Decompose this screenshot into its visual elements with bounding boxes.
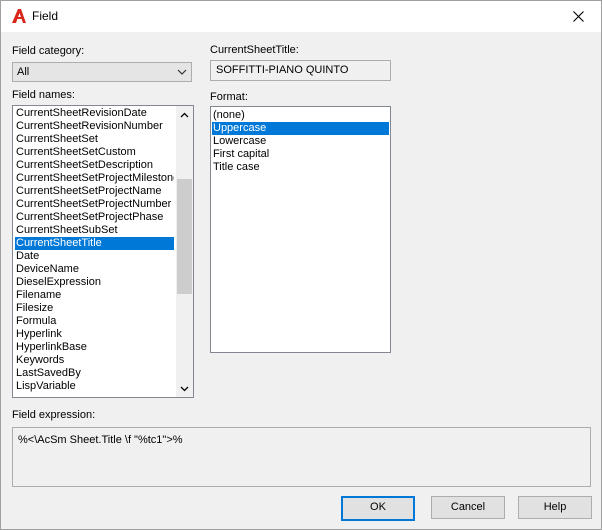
field-name-item[interactable]: CurrentSheetSet xyxy=(15,133,174,146)
cancel-button[interactable]: Cancel xyxy=(431,496,505,519)
current-field-label: CurrentSheetTitle: xyxy=(210,44,299,56)
scroll-down-button[interactable] xyxy=(176,380,193,397)
field-name-item[interactable]: CurrentSheetSetProjectPhase xyxy=(15,211,174,224)
autocad-logo-icon xyxy=(12,9,26,23)
chevron-down-icon xyxy=(180,386,189,391)
field-name-item[interactable]: CurrentSheetSetCustom xyxy=(15,146,174,159)
field-names-scrollbar[interactable] xyxy=(176,106,193,397)
field-name-item[interactable]: Formula xyxy=(15,315,174,328)
format-option[interactable]: Lowercase xyxy=(212,135,389,148)
current-value-text: SOFFITTI-PIANO QUINTO xyxy=(216,64,349,76)
field-name-item[interactable]: HyperlinkBase xyxy=(15,341,174,354)
chevron-up-icon xyxy=(180,112,189,117)
field-name-item[interactable]: CurrentSheetSetProjectName xyxy=(15,185,174,198)
field-name-item[interactable]: DieselExpression xyxy=(15,276,174,289)
field-name-item[interactable]: LispVariable xyxy=(15,380,174,393)
scroll-up-button[interactable] xyxy=(176,106,193,123)
format-option[interactable]: First capital xyxy=(212,148,389,161)
field-names-list[interactable]: CurrentSheetRevisionDate CurrentSheetRevi… xyxy=(12,105,194,398)
field-name-item[interactable]: CurrentSheetSetProjectNumber xyxy=(15,198,174,211)
field-name-item[interactable]: CurrentSheetTitle xyxy=(15,237,174,250)
field-expression-label: Field expression: xyxy=(12,409,96,421)
ok-button[interactable]: OK xyxy=(341,496,415,521)
field-name-item[interactable]: CurrentSheetSubSet xyxy=(15,224,174,237)
format-option[interactable]: (none) xyxy=(212,109,389,122)
field-name-item[interactable]: Hyperlink xyxy=(15,328,174,341)
field-category-label: Field category: xyxy=(12,45,85,57)
close-button[interactable] xyxy=(555,1,601,32)
field-expression-text: %<\AcSm Sheet.Title \f "%tc1">% xyxy=(18,434,183,446)
field-name-item[interactable]: Keywords xyxy=(15,354,174,367)
field-name-item[interactable]: CurrentSheetRevisionDate xyxy=(15,107,174,120)
field-names-label: Field names: xyxy=(12,89,75,101)
field-name-item[interactable]: CurrentSheetSetDescription xyxy=(15,159,174,172)
field-name-item[interactable]: LastSavedBy xyxy=(15,367,174,380)
window-title: Field xyxy=(32,9,59,23)
format-list[interactable]: (none) Uppercase Lowercase First capital Tit… xyxy=(210,106,391,353)
scroll-thumb[interactable] xyxy=(177,179,192,294)
format-option[interactable]: Title case xyxy=(212,161,389,174)
field-name-item[interactable]: Filesize xyxy=(15,302,174,315)
chevron-down-icon xyxy=(177,69,187,75)
help-button[interactable]: Help xyxy=(518,496,592,519)
field-name-item[interactable]: Filename xyxy=(15,289,174,302)
format-label: Format: xyxy=(210,91,248,103)
field-name-item[interactable]: DeviceName xyxy=(15,263,174,276)
close-icon xyxy=(572,11,584,22)
field-name-item[interactable]: CurrentSheetRevisionNumber xyxy=(15,120,174,133)
field-expression-box: %<\AcSm Sheet.Title \f "%tc1">% xyxy=(12,427,591,487)
field-name-item[interactable]: Date xyxy=(15,250,174,263)
field-dialog: Field Field category: All Field names: C… xyxy=(0,0,602,530)
field-category-dropdown[interactable]: All xyxy=(12,62,192,82)
field-name-item[interactable]: CurrentSheetSetProjectMilestone xyxy=(15,172,174,185)
title-bar: Field xyxy=(1,1,601,32)
field-category-value: All xyxy=(17,66,30,78)
current-value-field: SOFFITTI-PIANO QUINTO xyxy=(210,60,391,81)
format-option[interactable]: Uppercase xyxy=(212,122,389,135)
